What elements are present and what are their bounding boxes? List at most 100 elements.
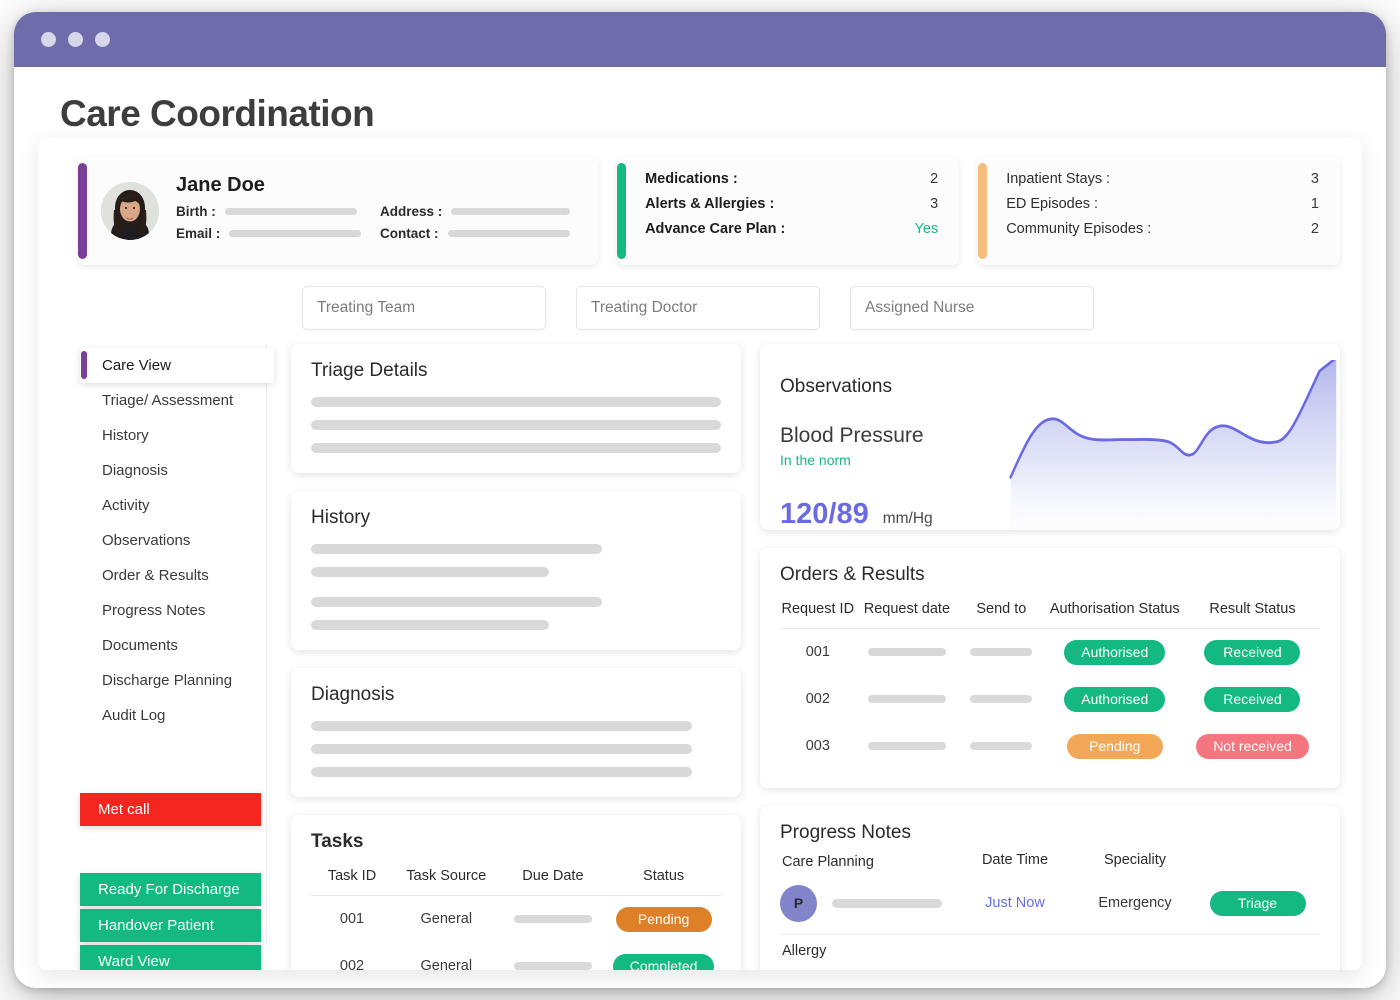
sidebar-item-audit-log[interactable]: Audit Log — [80, 698, 274, 733]
progress-note-row[interactable]: AA 10 min ago Generic Reception — [780, 963, 1320, 971]
authorisation-status: Authorised — [1045, 676, 1185, 723]
window-close-dot[interactable] — [41, 32, 56, 47]
sidebar-action-group: Ready For Discharge Handover Patient War… — [80, 873, 274, 970]
patient-field-email: Email : — [176, 226, 380, 241]
ready-for-discharge-button[interactable]: Ready For Discharge — [80, 873, 261, 906]
table-row[interactable]: 002 General Completed — [311, 943, 721, 971]
sidebar-item-order-results[interactable]: Order & Results — [80, 558, 274, 593]
request-date-placeholder — [868, 695, 946, 703]
diagnosis-card: Diagnosis — [291, 668, 741, 797]
task-due-date — [500, 895, 607, 943]
card-title: Tasks — [311, 831, 721, 853]
episodes-summary-card[interactable]: Inpatient Stays : 3 ED Episodes : 1 Comm… — [978, 157, 1340, 265]
sidebar-item-label: Activity — [102, 497, 150, 514]
sidebar-item-label: Documents — [102, 637, 178, 654]
card-title: Triage Details — [311, 360, 721, 382]
note-speciality: Emergency — [1075, 895, 1195, 911]
patient-field-label: Contact : — [380, 226, 439, 241]
card-title: History — [311, 507, 721, 529]
patient-field-label: Address : — [380, 204, 442, 219]
observation-status: In the norm — [780, 452, 1005, 468]
medications-summary-card[interactable]: Medications : 2 Alerts & Allergies : 3 A… — [617, 157, 959, 265]
sidebar-item-care-view[interactable]: Care View — [80, 348, 274, 383]
treating-doctor-input[interactable] — [576, 286, 820, 330]
send-to-placeholder — [970, 695, 1032, 703]
orders-table-header: Request ID Request date Send to Authoris… — [780, 601, 1320, 627]
sidebar-item-observations[interactable]: Observations — [80, 523, 274, 558]
sidebar-item-activity[interactable]: Activity — [80, 488, 274, 523]
task-status: Completed — [606, 943, 721, 971]
status-badge: Pending — [1067, 734, 1163, 759]
window-maximize-dot[interactable] — [95, 32, 110, 47]
patient-summary-card[interactable]: Jane Doe Birth : Address : — [78, 157, 598, 265]
sidebar-item-triage-assessment[interactable]: Triage/ Assessment — [80, 383, 274, 418]
met-call-button[interactable]: Met call — [80, 793, 261, 826]
authorisation-status: Authorised — [1045, 628, 1185, 676]
treating-team-input[interactable] — [302, 286, 546, 330]
tasks-col-task-id: Task ID — [311, 868, 393, 894]
sidebar-item-history[interactable]: History — [80, 418, 274, 453]
patient-accent-bar — [78, 163, 87, 259]
summary-value: 3 — [930, 196, 938, 212]
due-date-placeholder — [514, 915, 592, 923]
observations-card: Observations Blood Pressure In the norm … — [760, 344, 1340, 530]
sidebar-item-label: Audit Log — [102, 707, 165, 724]
orders-col-send-to: Send to — [958, 601, 1044, 627]
sidebar-item-progress-notes[interactable]: Progress Notes — [80, 593, 274, 628]
send-to-placeholder — [970, 742, 1032, 750]
summary-row-community-episodes: Community Episodes : 2 — [1006, 221, 1319, 237]
patient-field-label: Birth : — [176, 204, 216, 219]
sidebar-item-discharge-planning[interactable]: Discharge Planning — [80, 663, 274, 698]
main-panel: Jane Doe Birth : Address : — [38, 138, 1362, 970]
result-status: Received — [1185, 628, 1320, 676]
ward-view-button[interactable]: Ward View — [80, 945, 261, 970]
summary-value: 3 — [1311, 171, 1319, 187]
patient-name: Jane Doe — [176, 174, 584, 197]
tasks-card: Tasks Task ID Task Source Due Date Statu… — [291, 815, 741, 970]
table-row[interactable]: 003 Pending Not received — [780, 723, 1320, 770]
progress-note-group-label: Care Planning — [780, 852, 874, 874]
summary-row-ed-episodes: ED Episodes : 1 — [1006, 196, 1319, 212]
placeholder-line — [311, 597, 602, 607]
window-minimize-dot[interactable] — [68, 32, 83, 47]
middle-column: Triage Details History Diagnosis — [291, 344, 741, 970]
patient-field-address: Address : — [380, 204, 584, 219]
blood-pressure-value: 120/89 — [780, 498, 869, 530]
table-row[interactable]: 001 General Pending — [311, 895, 721, 943]
progress-notes-col-date-time: Date Time — [955, 852, 1075, 874]
placeholder-line — [311, 721, 692, 731]
blood-pressure-area-chart — [1005, 360, 1340, 530]
status-badge: Authorised — [1064, 640, 1165, 665]
task-source: General — [393, 895, 500, 943]
request-date — [856, 723, 959, 770]
sidebar-item-diagnosis[interactable]: Diagnosis — [80, 453, 274, 488]
tasks-col-due-date: Due Date — [500, 868, 607, 894]
patient-field-value-placeholder — [451, 208, 570, 215]
summary-label: Advance Care Plan : — [645, 221, 785, 237]
progress-note-row[interactable]: P Just Now Emergency Triage — [780, 878, 1320, 932]
handover-patient-button[interactable]: Handover Patient — [80, 909, 261, 942]
sidebar-item-label: Progress Notes — [102, 602, 205, 619]
patient-field-row: Email : Contact : — [176, 226, 584, 241]
patient-field-birth: Birth : — [176, 204, 380, 219]
patient-field-contact: Contact : — [380, 226, 584, 241]
progress-note-group-label: Allergy — [780, 941, 1320, 963]
progress-notes-divider — [780, 934, 1320, 935]
table-row[interactable]: 002 Authorised Received — [780, 676, 1320, 723]
summary-label: Alerts & Allergies : — [645, 196, 774, 212]
episodes-accent-bar — [978, 163, 987, 259]
result-status: Not received — [1185, 723, 1320, 770]
summary-row: Jane Doe Birth : Address : — [38, 138, 1362, 265]
placeholder-line — [311, 544, 602, 554]
summary-label: ED Episodes : — [1006, 196, 1098, 212]
table-row[interactable]: 001 Authorised Received — [780, 628, 1320, 676]
request-id: 002 — [780, 676, 856, 723]
sidebar-item-documents[interactable]: Documents — [80, 628, 274, 663]
patient-field-value-placeholder — [448, 230, 571, 237]
summary-row-inpatient-stays: Inpatient Stays : 3 — [1006, 171, 1319, 187]
observation-metric-name: Blood Pressure — [780, 424, 1005, 448]
assigned-nurse-input[interactable] — [850, 286, 1094, 330]
placeholder-line — [311, 420, 721, 430]
avatar: P — [780, 885, 817, 922]
placeholder-line — [311, 620, 549, 630]
